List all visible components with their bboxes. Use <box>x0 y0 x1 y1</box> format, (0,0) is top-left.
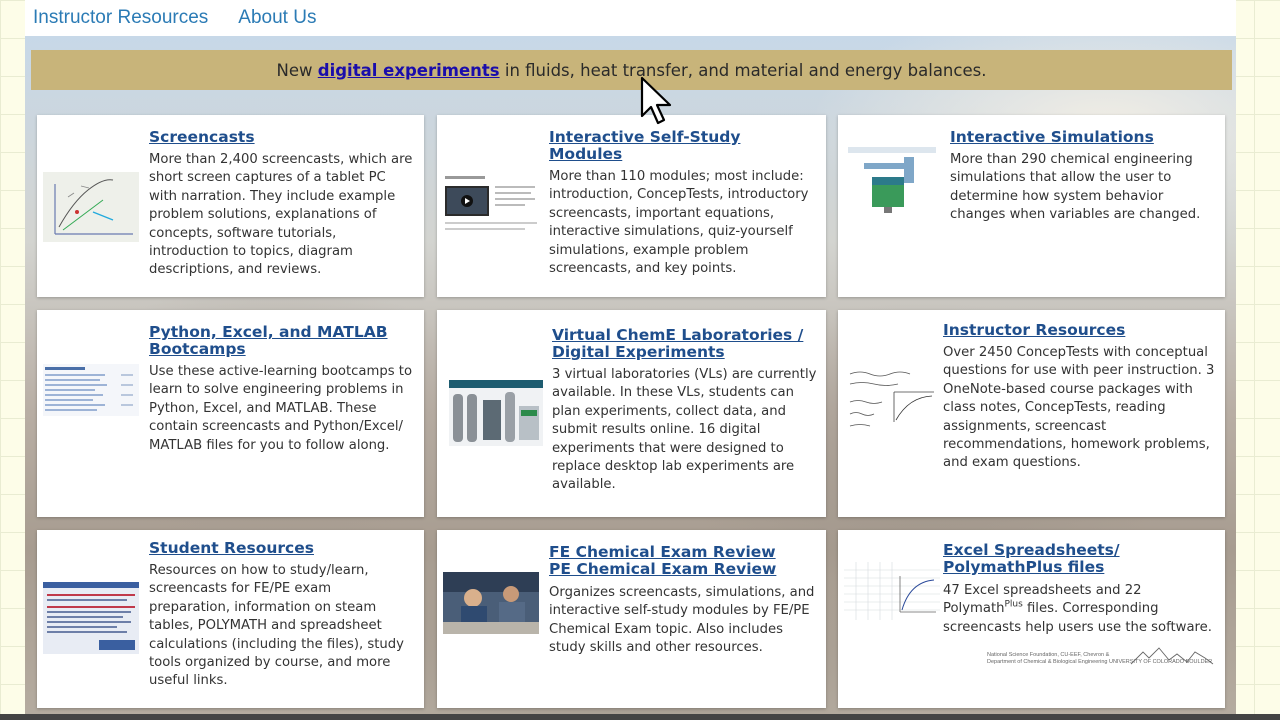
card-excel-polymath: Excel Spreadsheets/ PolymathPlus files 4… <box>838 530 1225 708</box>
bootcamps-title-link[interactable]: Python, Excel, and MATLAB Bootcamps <box>149 324 416 358</box>
virtual-labs-thumbnail[interactable] <box>449 380 543 446</box>
student-resources-title-link[interactable]: Student Resources <box>149 540 416 557</box>
virtual-labs-title-link[interactable]: Virtual ChemE Laboratories / Digital Exp… <box>552 327 818 361</box>
exam-review-body: FE Chemical Exam Review PE Chemical Exam… <box>549 544 818 658</box>
simulations-title-link[interactable]: Interactive Simulations <box>950 129 1217 146</box>
student-resources-description: Resources on how to study/learn, screenc… <box>149 563 404 689</box>
card-student-resources: Student Resources Resources on how to st… <box>37 530 424 708</box>
simulations-body: Interactive Simulations More than 290 ch… <box>950 129 1217 225</box>
excel-text-sup: Plus <box>1004 600 1023 611</box>
bottom-border <box>0 714 1280 720</box>
simulations-description: More than 290 chemical engineering simul… <box>950 152 1201 223</box>
nav-about-us[interactable]: About Us <box>238 7 316 29</box>
digital-experiments-link[interactable]: digital experiments <box>318 61 500 80</box>
screencasts-description: More than 2,400 screencasts, which are s… <box>149 152 413 278</box>
card-instructor-resources: Instructor Resources Over 2450 ConcepTes… <box>838 310 1225 517</box>
screencasts-title-link[interactable]: Screencasts <box>149 129 416 146</box>
virtual-labs-body: Virtual ChemE Laboratories / Digital Exp… <box>552 327 818 495</box>
sponsor-credit: National Science Foundation, CU-EEF, Che… <box>987 646 1215 680</box>
exam-review-thumbnail[interactable] <box>443 572 539 634</box>
excel-polymath-title-link[interactable]: Excel Spreadsheets/ PolymathPlus files <box>943 542 1217 576</box>
credit-line2: Department of Chemical & Biological Engi… <box>987 659 1108 665</box>
card-exam-review: FE Chemical Exam Review PE Chemical Exam… <box>437 530 826 708</box>
card-screencasts: Screencasts More than 2,400 screencasts,… <box>37 115 424 297</box>
modules-description: More than 110 modules; most include: int… <box>549 169 809 277</box>
pe-exam-review-link[interactable]: PE Chemical Exam Review <box>549 561 818 578</box>
bootcamps-description: Use these active-learning bootcamps to l… <box>149 364 413 453</box>
exam-review-description: Organizes screencasts, simulations, and … <box>549 585 815 656</box>
card-self-study-modules: Interactive Self-Study Modules More than… <box>437 115 826 297</box>
main-content: New digital experiments in fluids, heat … <box>25 36 1236 720</box>
university-mountains-logo <box>1130 647 1214 665</box>
virtual-labs-description: 3 virtual laboratories (VLs) are current… <box>552 367 817 493</box>
screencasts-body: Screencasts More than 2,400 screencasts,… <box>149 129 416 280</box>
modules-thumbnail[interactable] <box>443 172 539 242</box>
mouse-cursor-icon <box>640 76 672 125</box>
simulations-thumbnail[interactable] <box>844 143 940 215</box>
screencasts-thumbnail[interactable] <box>43 172 139 242</box>
bootcamps-body: Python, Excel, and MATLAB Bootcamps Use … <box>149 324 416 455</box>
credit-line1: National Science Foundation, CU-EEF, Che… <box>987 652 1110 658</box>
excel-polymath-description: 47 Excel spreadsheets and 22 PolymathPlu… <box>943 582 1217 637</box>
instructor-resources-title-link[interactable]: Instructor Resources <box>943 322 1217 339</box>
top-nav: Instructor Resources About Us <box>25 0 1236 36</box>
student-resources-thumbnail[interactable] <box>43 582 139 654</box>
card-bootcamps: Python, Excel, and MATLAB Bootcamps Use … <box>37 310 424 517</box>
nav-instructor-resources[interactable]: Instructor Resources <box>33 7 208 29</box>
excel-polymath-thumbnail[interactable] <box>844 562 940 620</box>
announcement-suffix: in fluids, heat transfer, and material a… <box>499 60 987 80</box>
announcement-prefix: New <box>276 60 318 80</box>
card-virtual-labs: Virtual ChemE Laboratories / Digital Exp… <box>437 310 826 517</box>
instructor-resources-body: Instructor Resources Over 2450 ConcepTes… <box>943 322 1217 473</box>
fe-exam-review-link[interactable]: FE Chemical Exam Review <box>549 544 818 561</box>
modules-title-link[interactable]: Interactive Self-Study Modules <box>549 129 818 163</box>
instructor-resources-thumbnail[interactable] <box>844 362 940 434</box>
bootcamps-thumbnail[interactable] <box>43 364 139 416</box>
modules-body: Interactive Self-Study Modules More than… <box>549 129 818 278</box>
excel-polymath-body: Excel Spreadsheets/ PolymathPlus files 4… <box>943 542 1217 637</box>
student-resources-body: Student Resources Resources on how to st… <box>149 540 416 691</box>
instructor-resources-description: Over 2450 ConcepTests with conceptual qu… <box>943 345 1215 471</box>
card-interactive-simulations: Interactive Simulations More than 290 ch… <box>838 115 1225 297</box>
announcement-banner: New digital experiments in fluids, heat … <box>31 50 1232 90</box>
